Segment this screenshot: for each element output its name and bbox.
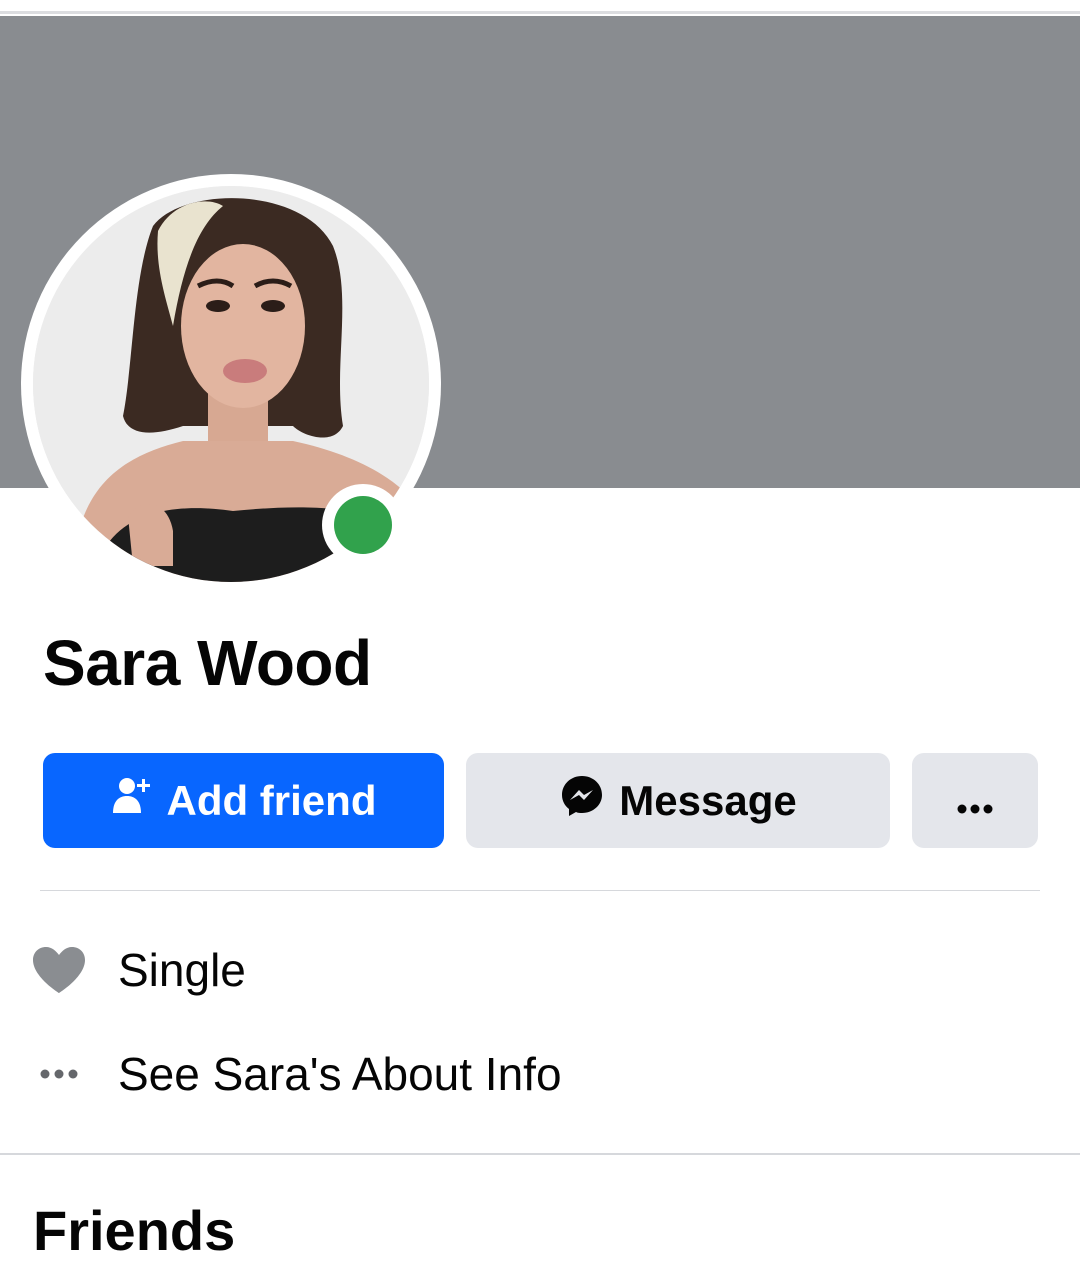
actions-divider (40, 890, 1040, 891)
relationship-status-row: Single (0, 930, 1080, 1010)
ellipsis-icon (955, 777, 995, 825)
messenger-icon (559, 773, 605, 829)
add-friend-label: Add friend (166, 776, 377, 824)
about-info-row[interactable]: See Sara's About Info (0, 1034, 1080, 1114)
online-status-indicator (322, 484, 404, 566)
relationship-status-text: Single (118, 944, 246, 996)
about-info-link[interactable]: See Sara's About Info (118, 1047, 562, 1101)
profile-name: Sara Wood (43, 627, 372, 699)
section-divider (0, 1153, 1080, 1155)
message-label: Message (619, 776, 797, 824)
add-friend-button[interactable]: Add friend (43, 753, 444, 848)
top-edge-divider (0, 0, 1080, 14)
heart-icon (30, 941, 88, 999)
message-button[interactable]: Message (466, 753, 890, 848)
more-options-button[interactable] (912, 753, 1038, 848)
ellipsis-icon (30, 1045, 88, 1103)
friends-section-title: Friends (33, 1199, 236, 1262)
add-user-icon (111, 775, 153, 827)
